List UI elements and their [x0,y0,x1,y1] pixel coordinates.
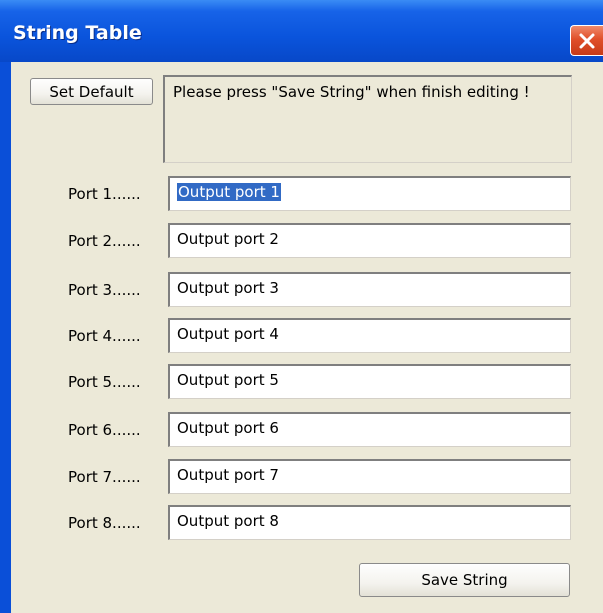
port-input-1[interactable]: Output port 1 [168,176,571,211]
close-icon [579,33,595,49]
title-bar[interactable]: String Table [0,0,603,62]
port-label-7: Port 7...... [68,468,141,486]
selected-text: Output port 1 [177,183,281,201]
port-row-1: Port 1...... Output port 1 [0,176,592,212]
window-title: String Table [13,22,142,44]
port-row-5: Port 5...... Output port 5 [0,364,592,400]
instruction-message: Please press "Save String" when finish e… [163,75,572,163]
port-row-4: Port 4...... Output port 4 [0,318,592,354]
port-label-3: Port 3...... [68,281,141,299]
port-row-3: Port 3...... Output port 3 [0,272,592,308]
port-label-5: Port 5...... [68,373,141,391]
port-input-8[interactable]: Output port 8 [168,505,571,540]
port-input-4[interactable]: Output port 4 [168,318,571,353]
port-label-6: Port 6...... [68,421,141,439]
close-button[interactable] [570,25,603,56]
port-label-2: Port 2...... [68,232,141,250]
set-default-button[interactable]: Set Default [30,78,153,105]
port-row-2: Port 2...... Output port 2 [0,223,592,259]
port-input-6[interactable]: Output port 6 [168,412,571,447]
port-label-8: Port 8...... [68,514,141,532]
port-input-2[interactable]: Output port 2 [168,223,571,258]
port-label-4: Port 4...... [68,327,141,345]
port-input-5[interactable]: Output port 5 [168,364,571,399]
port-row-6: Port 6...... Output port 6 [0,412,592,448]
port-row-7: Port 7...... Output port 7 [0,459,592,495]
port-label-1: Port 1...... [68,185,141,203]
port-input-3[interactable]: Output port 3 [168,272,571,307]
save-string-button[interactable]: Save String [359,563,570,597]
port-row-8: Port 8...... Output port 8 [0,505,592,541]
port-input-7[interactable]: Output port 7 [168,459,571,494]
string-table-window: String Table Set Default Please press "S… [0,0,603,613]
